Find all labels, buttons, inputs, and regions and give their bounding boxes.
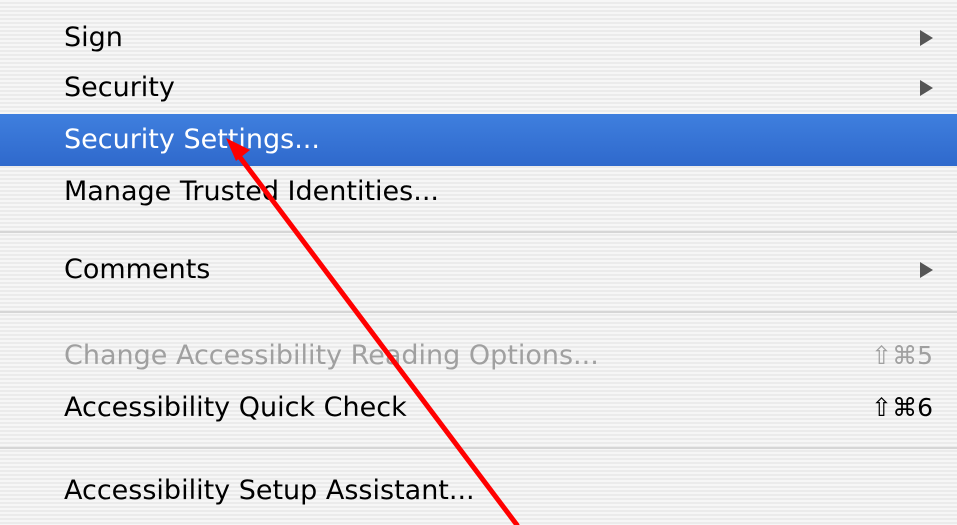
menu-item-label: Manage Trusted Identities... — [64, 176, 439, 207]
menu-item-label: Accessibility Setup Assistant... — [64, 475, 475, 506]
submenu-arrow-icon — [920, 262, 933, 278]
menu-item-manage-trusted-identities[interactable]: Manage Trusted Identities... — [0, 168, 957, 216]
menu-item-accessibility-setup-assistant[interactable]: Accessibility Setup Assistant... — [0, 467, 957, 515]
menu-item-label: Security — [64, 72, 175, 103]
menu-item-label: Sign — [64, 22, 123, 53]
menu-item-security-settings[interactable]: Security Settings... — [0, 114, 957, 166]
menu-item-comments[interactable]: Comments — [0, 246, 957, 294]
menu-item-security[interactable]: Security — [0, 64, 957, 112]
submenu-arrow-icon — [920, 80, 933, 96]
menu-item-label: Security Settings... — [64, 124, 320, 155]
menu-separator — [0, 311, 957, 313]
menu-item-accessibility-quick-check[interactable]: Accessibility Quick Check ⇧⌘6 — [0, 384, 957, 432]
keyboard-shortcut: ⇧⌘5 — [871, 341, 933, 370]
menu-item-sign[interactable]: Sign — [0, 14, 957, 62]
menu-item-label: Change Accessibility Reading Options... — [64, 340, 599, 371]
menu-item-label: Accessibility Quick Check — [64, 392, 407, 423]
menu-separator — [0, 231, 957, 233]
keyboard-shortcut: ⇧⌘6 — [871, 393, 933, 422]
menu-item-label: Comments — [64, 254, 211, 285]
context-menu: Sign Security Security Settings... Manag… — [0, 0, 957, 525]
submenu-arrow-icon — [920, 30, 933, 46]
menu-item-change-accessibility-reading-options: Change Accessibility Reading Options... … — [0, 332, 957, 380]
menu-separator — [0, 447, 957, 449]
